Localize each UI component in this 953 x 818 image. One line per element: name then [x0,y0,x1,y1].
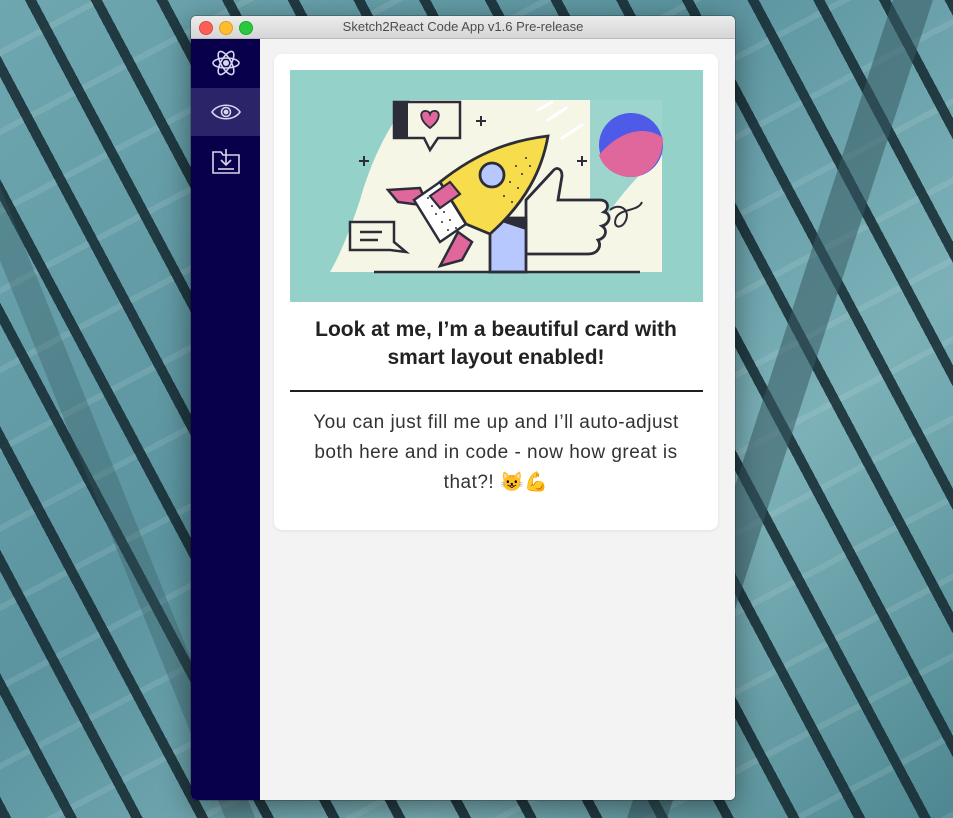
card-divider [290,390,703,392]
smart-layout-card: Look at me, I’m a beautiful card with sm… [274,54,718,530]
card-title: Look at me, I’m a beautiful card with sm… [315,318,677,369]
app-window: Sketch2React Code App v1.6 Pre-release L… [191,16,735,800]
sidebar-item-react[interactable] [191,39,260,87]
window-title: Sketch2React Code App v1.6 Pre-release [342,19,584,34]
sidebar-item-export[interactable] [191,137,260,185]
main-content: Look at me, I’m a beautiful card with sm… [260,39,735,800]
title-bar: Sketch2React Code App v1.6 Pre-release [191,16,735,39]
eye-icon [210,104,241,120]
rocket-illustration [330,100,663,274]
card-illustration [290,70,703,302]
react-atom-icon [211,50,240,76]
export-icon [211,149,240,174]
sidebar [191,39,260,800]
card-body-text: You can just fill me up and I’ll auto-ad… [313,412,679,493]
sidebar-item-preview[interactable] [191,88,260,136]
